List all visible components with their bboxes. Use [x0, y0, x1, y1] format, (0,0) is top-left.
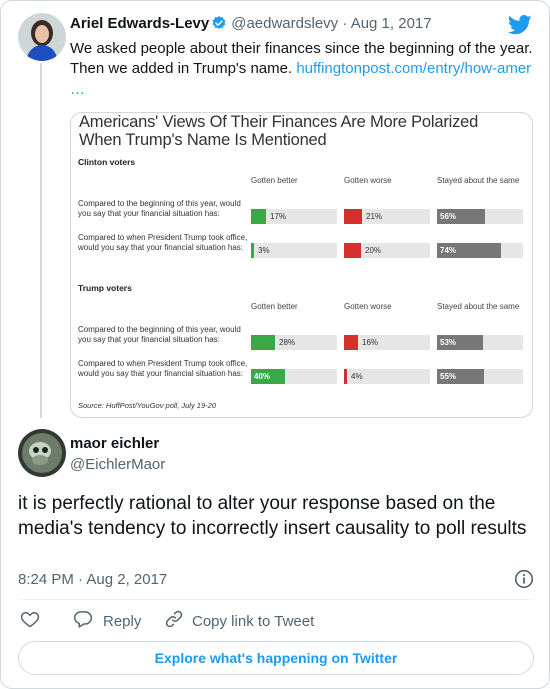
chart-bar-track: 3%	[251, 243, 337, 258]
chart-question-text: Compared to when President Trump took of…	[78, 359, 248, 378]
chart-data-label: 55%	[440, 372, 457, 381]
tweet-actions: Reply Copy link to Tweet	[18, 609, 538, 633]
copy-link-label: Copy link to Tweet	[192, 612, 315, 630]
chart-bar	[344, 335, 358, 350]
reply-label: Reply	[103, 612, 142, 630]
info-icon[interactable]	[514, 569, 534, 594]
chart-bar-track: 4%	[344, 369, 430, 384]
chart-data-label: 3%	[258, 246, 270, 255]
chart-title: Americans' Views Of Their Finances Are M…	[79, 113, 479, 149]
chart-bar	[344, 243, 361, 258]
quoted-tweet-header: Ariel Edwards-Levy @aedwardslevy · Aug 1,…	[70, 15, 432, 35]
chart-bar	[251, 243, 254, 258]
author-avatar[interactable]	[18, 13, 66, 61]
author-avatar[interactable]	[18, 429, 66, 477]
quoted-tweet-text: We asked people about their finances sin…	[70, 39, 535, 79]
chart-data-label: 74%	[440, 246, 457, 255]
chart-bar	[344, 209, 362, 224]
chart-bar	[251, 209, 266, 224]
twitter-bird-icon[interactable]	[507, 15, 532, 40]
thread-connector-line	[40, 63, 42, 418]
chart-bar	[251, 335, 275, 350]
tweet-text: it is perfectly rational to alter your r…	[18, 493, 527, 539]
chart-bar-track: 74%	[437, 243, 523, 258]
reply-icon	[73, 609, 93, 633]
reply-button[interactable]: Reply	[73, 609, 141, 633]
chart-bar-track: 17%	[251, 209, 337, 224]
chart-column-header: Stayed about the same	[437, 176, 520, 185]
author-name[interactable]: maor eichler	[70, 435, 159, 452]
chart-bar-track: 53%	[437, 335, 523, 350]
like-button[interactable]	[20, 609, 40, 633]
chart-data-label: 16%	[362, 338, 379, 347]
chart-column-header: Gotten worse	[344, 302, 392, 311]
chart-column-header: Gotten worse	[344, 176, 392, 185]
tweet-date[interactable]: Aug 1, 2017	[351, 15, 432, 32]
chart-question-text: Compared to when President Trump took of…	[78, 233, 248, 252]
chart-data-label: 53%	[440, 338, 457, 347]
chart-group-label: Trump voters	[78, 283, 132, 293]
explore-twitter-button[interactable]: Explore what's happening on Twitter	[18, 641, 534, 675]
chart-source: Source: HuffPost/YouGov poll, July 19-20	[78, 401, 216, 410]
heart-icon	[20, 609, 40, 633]
chart-bar-track: 20%	[344, 243, 430, 258]
link-ellipsis[interactable]: …	[70, 81, 85, 98]
chart-bar-track: 55%	[437, 369, 523, 384]
chart-data-label: 4%	[351, 372, 363, 381]
link-icon	[164, 609, 184, 633]
tweet-embed-card: Ariel Edwards-Levy @aedwardslevy · Aug 1,…	[0, 0, 550, 689]
header-separator: ·	[342, 15, 348, 32]
chart-data-label: 17%	[270, 212, 287, 221]
chart-data-label: 20%	[365, 246, 382, 255]
chart-image[interactable]: Americans' Views Of Their Finances Are M…	[70, 112, 533, 418]
chart-question-text: Compared to the beginning of this year, …	[78, 199, 241, 218]
chart-bar	[344, 369, 347, 384]
author-handle[interactable]: @EichlerMaor	[70, 456, 165, 473]
chart-data-label: 56%	[440, 212, 457, 221]
copy-link-button[interactable]: Copy link to Tweet	[164, 609, 314, 633]
chart-data-label: 28%	[279, 338, 296, 347]
author-name[interactable]: Ariel Edwards-Levy	[70, 15, 209, 32]
verified-badge-icon	[211, 15, 227, 35]
chart-bar-track: 16%	[344, 335, 430, 350]
chart-bar-track: 56%	[437, 209, 523, 224]
chart-bar-track: 21%	[344, 209, 430, 224]
chart-column-header: Gotten better	[251, 302, 298, 311]
chart-question-text: Compared to the beginning of this year, …	[78, 325, 241, 344]
actions-divider	[18, 599, 534, 600]
chart-bar-track: 40%	[251, 369, 337, 384]
chart-column-header: Gotten better	[251, 176, 298, 185]
chart-group-label: Clinton voters	[78, 157, 136, 167]
chart-bar-track: 28%	[251, 335, 337, 350]
article-link[interactable]: huffingtonpost.com/entry/how-amer	[296, 60, 531, 77]
chart-data-label: 21%	[366, 212, 383, 221]
tweet-timestamp[interactable]: 8:24 PM · Aug 2, 2017	[18, 571, 167, 588]
author-handle[interactable]: @aedwardslevy	[231, 15, 338, 32]
chart-column-header: Stayed about the same	[437, 302, 520, 311]
chart-data-label: 40%	[254, 372, 271, 381]
